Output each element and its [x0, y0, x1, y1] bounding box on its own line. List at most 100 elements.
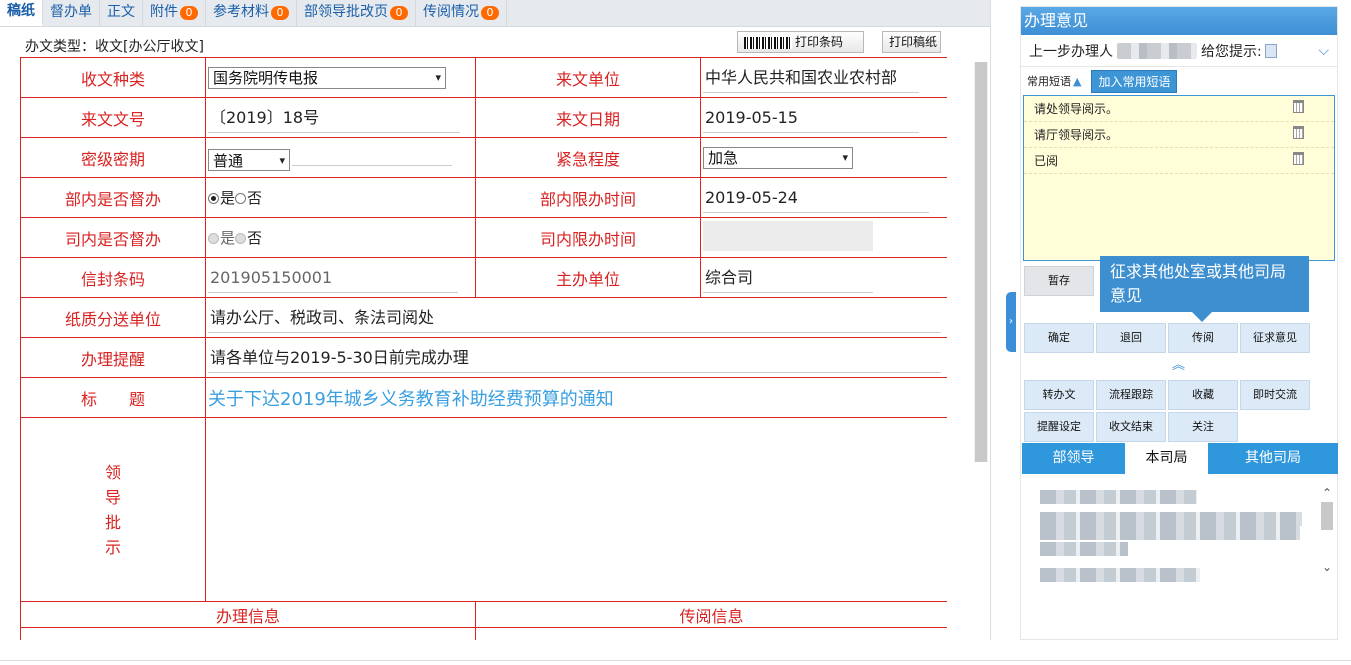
chevron-right-icon: › [1009, 316, 1013, 327]
org-scrollbar-thumb[interactable] [1321, 502, 1333, 530]
tab-attachments-label: 附件 [150, 4, 178, 20]
form-row: 领 导 批 示 [20, 417, 947, 602]
phrase-bar: 常用短语 ▲ 加入常用短语 [1021, 67, 1337, 95]
prev-handler-row: 上一步办理人 给您提示: ⌵ [1021, 35, 1337, 67]
secret-select[interactable]: 普通 ▾ [208, 149, 290, 172]
tab-reference[interactable]: 参考材料 0 [206, 0, 297, 26]
paper-send-field[interactable]: 请办公厅、税政司、条法司阅处 [208, 303, 941, 333]
ministry-supervise-yes-radio[interactable] [208, 193, 219, 204]
confirm-button[interactable]: 确定 [1024, 323, 1094, 353]
tab-bar: 稿纸 督办单 正文 附件 0 参考材料 0 部领导批改页 0 传阅情况 0 [0, 0, 990, 27]
form-area: 收文种类 国务院明传电报 ▾ 来文单位 中华人民共和国农业农村部 来文文号 〔20… [20, 57, 947, 640]
chevron-down-icon: ▾ [842, 151, 848, 164]
circulate-button[interactable]: 传阅 [1168, 323, 1238, 353]
chevron-down-icon: ▾ [435, 71, 441, 84]
tab-draft[interactable]: 稿纸 [0, 0, 43, 26]
redacted-row [1040, 542, 1128, 556]
trash-icon[interactable] [1293, 152, 1304, 165]
handle-info-cell [20, 627, 476, 640]
leader-label-char: 导 [104, 487, 121, 507]
follow-button[interactable]: 关注 [1168, 412, 1238, 442]
form-scrollbar[interactable] [974, 62, 988, 462]
save-draft-button[interactable]: 暂存 [1024, 266, 1094, 296]
favorite-button[interactable]: 收藏 [1168, 380, 1238, 410]
ministry-deadline-field[interactable]: 2019-05-24 [703, 183, 929, 213]
title-link[interactable]: 关于下达2019年城乡义务教育补助经费预算的通知 [208, 389, 614, 410]
envelope-field: 201905150001 [208, 263, 458, 293]
instant-chat-button[interactable]: 即时交流 [1240, 380, 1310, 410]
phrase-list: 请处领导阅示。 请厅领导阅示。 已阅 [1023, 95, 1335, 261]
trash-icon[interactable] [1293, 100, 1304, 113]
common-phrases-label[interactable]: 常用短语 [1027, 73, 1071, 89]
phrase-item[interactable]: 已阅 [1024, 148, 1334, 174]
tab-ministry-leaders[interactable]: 部领导 [1022, 443, 1125, 474]
draft-form: 收文种类 国务院明传电报 ▾ 来文单位 中华人民共和国农业农村部 来文文号 〔20… [20, 57, 947, 640]
tab-other-bureaus[interactable]: 其他司局 [1208, 443, 1338, 474]
form-row: 司内是否督办 是否 司内限办时间 [20, 217, 947, 258]
phrase-item[interactable]: 请厅领导阅示。 [1024, 122, 1334, 148]
phrase-item[interactable]: 请处领导阅示。 [1024, 96, 1334, 122]
doc-kind-select[interactable]: 国务院明传电报 ▾ [208, 66, 446, 89]
ministry-deadline-cell: 2019-05-24 [700, 177, 947, 218]
chevron-up-icon[interactable]: ⌃ [1320, 486, 1334, 500]
doc-kind-label: 收文种类 [20, 57, 206, 98]
trash-icon[interactable] [1293, 126, 1304, 139]
form-row: 信封条码 201905150001 主办单位 综合司 [20, 257, 947, 298]
dept-supervise-cell: 是否 [205, 217, 476, 258]
tab-circulation[interactable]: 传阅情况 0 [416, 0, 507, 26]
form-row: 办理提醒 请各单位与2019-5-30日前完成办理 [20, 337, 947, 378]
prev-handler-label: 上一步办理人 [1029, 43, 1113, 60]
from-unit-cell: 中华人民共和国农业农村部 [700, 57, 947, 98]
transfer-doc-button[interactable]: 转办文 [1024, 380, 1094, 410]
reminder-cell: 请各单位与2019-5-30日前完成办理 [205, 337, 947, 378]
tab-own-bureau[interactable]: 本司局 [1125, 443, 1208, 474]
tab-leader-revisions[interactable]: 部领导批改页 0 [297, 0, 416, 26]
envelope-label: 信封条码 [20, 257, 206, 298]
tab-attachments[interactable]: 附件 0 [143, 0, 206, 26]
redacted-row [1040, 526, 1300, 540]
caret-up-icon[interactable]: ▲ [1073, 75, 1081, 88]
solicit-opinion-button[interactable]: 征求意见 [1240, 323, 1310, 353]
form-row: 密级密期 普通 ▾ 紧急程度 加急 ▾ [20, 137, 947, 178]
reference-count-badge: 0 [271, 5, 289, 20]
flow-tracking-button[interactable]: 流程跟踪 [1096, 380, 1166, 410]
tab-leader-revisions-label: 部领导批改页 [304, 4, 388, 20]
reminder-setting-button[interactable]: 提醒设定 [1024, 412, 1094, 442]
org-list-scrollbar[interactable]: ⌃ ⌄ [1320, 486, 1334, 586]
form-scrollbar-thumb[interactable] [975, 62, 987, 462]
ministry-supervise-label: 部内是否督办 [20, 177, 206, 218]
secret-period-field[interactable] [292, 144, 452, 166]
tab-supervision[interactable]: 督办单 [43, 0, 100, 26]
ministry-supervise-no-radio[interactable] [235, 193, 247, 204]
form-row: 来文文号 〔2019〕18号 来文日期 2019-05-15 [20, 97, 947, 138]
finish-receipt-button[interactable]: 收文结束 [1096, 412, 1166, 442]
dept-supervise-yes-radio [208, 233, 219, 244]
double-chevron-up-icon[interactable]: ︽ [1172, 354, 1185, 373]
redacted-row [1040, 512, 1302, 526]
circulate-info-header: 传阅信息 [475, 601, 947, 628]
dept-deadline-label: 司内限办时间 [475, 217, 701, 258]
dept-supervise-label: 司内是否督办 [20, 217, 206, 258]
from-unit-field[interactable]: 中华人民共和国农业农村部 [703, 63, 919, 93]
return-button[interactable]: 退回 [1096, 323, 1166, 353]
urgency-select[interactable]: 加急 ▾ [703, 146, 853, 169]
chevron-down-icon[interactable]: ⌄ [1320, 560, 1334, 574]
barcode-icon [744, 36, 792, 49]
paper-send-label: 纸质分送单位 [20, 297, 206, 338]
print-draft-button[interactable]: 打印稿纸 [882, 31, 941, 53]
chevron-down-icon[interactable]: ⌵ [1318, 43, 1329, 59]
reminder-field[interactable]: 请各单位与2019-5-30日前完成办理 [208, 343, 941, 373]
add-phrase-button[interactable]: 加入常用短语 [1091, 69, 1178, 93]
no-label: 否 [247, 189, 263, 207]
urgency-cell: 加急 ▾ [700, 137, 947, 178]
collapse-panel-handle[interactable]: › [1006, 292, 1016, 352]
form-row: 部内是否督办 是否 部内限办时间 2019-05-24 [20, 177, 947, 218]
host-unit-field[interactable]: 综合司 [703, 263, 873, 293]
doc-no-field[interactable]: 〔2019〕18号 [208, 103, 460, 133]
doc-date-field[interactable]: 2019-05-15 [703, 103, 919, 133]
tab-body-text[interactable]: 正文 [100, 0, 143, 26]
print-barcode-button[interactable]: 打印条码 [737, 31, 864, 53]
secret-label: 密级密期 [20, 137, 206, 178]
tab-draft-label: 稿纸 [7, 3, 35, 19]
copy-icon[interactable] [1264, 43, 1277, 58]
